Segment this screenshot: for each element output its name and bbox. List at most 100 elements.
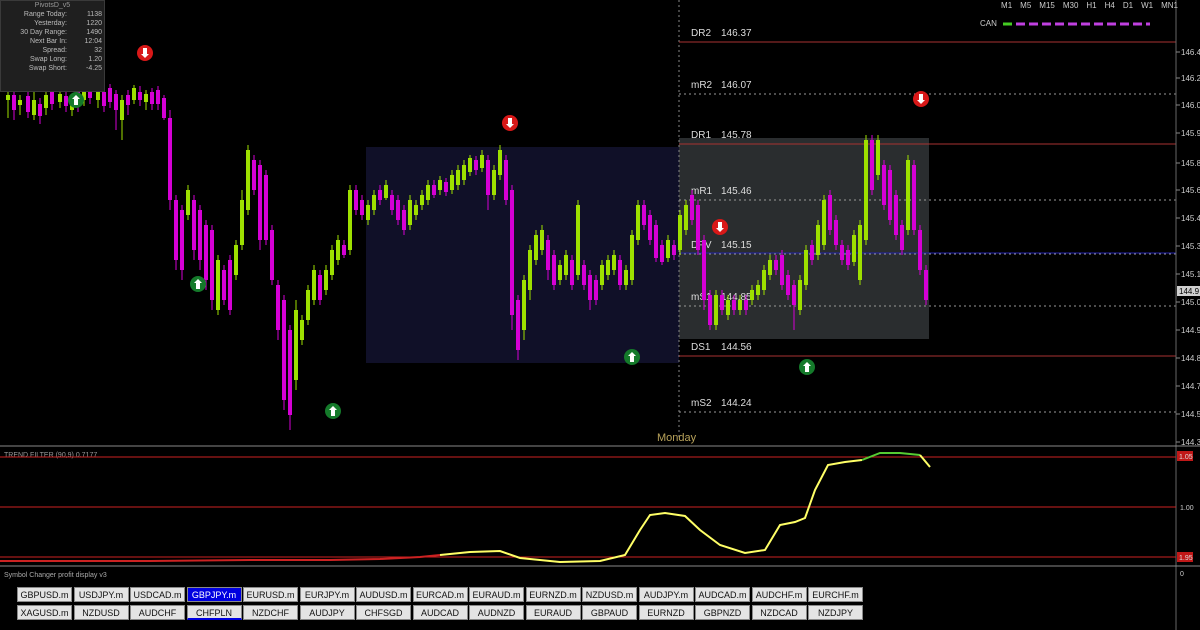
candle-body	[204, 225, 208, 280]
candle-body	[888, 170, 892, 220]
timeframe-h4[interactable]: H4	[1105, 0, 1115, 12]
candle-body	[696, 205, 700, 250]
candle-body	[624, 270, 628, 285]
symbol-button-xagusd-m[interactable]: XAGUSD.m	[17, 605, 72, 620]
price-axis-label: 146.4	[1181, 48, 1200, 57]
candle-body	[168, 118, 172, 200]
candle-body	[600, 265, 604, 285]
candle-body	[26, 96, 30, 112]
symbol-button-eurnzd-m[interactable]: EURNZD.m	[525, 587, 581, 602]
symbol-button-audjpy[interactable]: AUDJPY	[299, 605, 355, 620]
timeframe-mn1[interactable]: MN1	[1161, 0, 1178, 12]
price-axis: 146.4 146.2 146.0 145.9 145.8 145.6 145.4 145.3…	[1176, 48, 1200, 447]
candle-body	[864, 140, 868, 240]
candle-body	[120, 100, 124, 120]
candle-body	[708, 295, 712, 325]
timeframe-d1[interactable]: D1	[1123, 0, 1133, 12]
info-panel-title: PivotsD_v5	[34, 2, 71, 9]
candle-body	[378, 190, 382, 200]
candle-body	[870, 140, 874, 190]
candle-body	[276, 285, 280, 330]
candle-body	[732, 300, 736, 310]
symbol-button-eurjpy-m[interactable]: EURJPY.m	[299, 587, 355, 602]
candle-body	[816, 225, 820, 255]
price-axis-label: 146.2	[1181, 74, 1200, 83]
candle-body	[738, 300, 742, 310]
pivot-value: 145.46	[721, 186, 752, 197]
price-chart[interactable]: DR2 146.37 mR2 146.07 DR1 145.78 mR1 145.46 DPV 1…	[0, 0, 1200, 630]
candle-body	[534, 235, 538, 260]
symbol-button-eurnzd[interactable]: EURNZD	[638, 605, 694, 620]
symbol-button-audjpy-m[interactable]: AUDJPY.m	[638, 587, 694, 602]
symbol-button-chfpln[interactable]: CHFPLN	[186, 605, 242, 620]
candle-body	[306, 290, 310, 320]
info-label: Next Bar In:	[30, 38, 67, 45]
timeframe-h1[interactable]: H1	[1086, 0, 1096, 12]
candle-body	[528, 250, 532, 290]
symbol-button-audnzd[interactable]: AUDNZD	[469, 605, 524, 620]
timeframe-m30[interactable]: M30	[1063, 0, 1079, 12]
candle-body	[510, 190, 514, 315]
candle-body	[522, 280, 526, 330]
trend-segment-neutral	[439, 459, 863, 564]
candle-body	[64, 96, 68, 106]
symbol-button-usdcad-m[interactable]: USDCAD.m	[130, 587, 185, 602]
candle-body	[468, 158, 472, 172]
symbol-button-gbpusd-m[interactable]: GBPUSD.m	[17, 587, 72, 602]
symbol-button-usdjpy-m[interactable]: USDJPY.m	[73, 587, 129, 602]
candle-body	[882, 165, 886, 205]
symbol-button-nzdchf[interactable]: NZDCHF	[243, 605, 298, 620]
candle-body	[834, 220, 838, 245]
candle-body	[606, 260, 610, 275]
symbol-button-nzdjpy[interactable]: NZDJPY	[808, 605, 863, 620]
candle-body	[678, 215, 682, 250]
candle-body	[636, 205, 640, 240]
symbol-button-chfsgd[interactable]: CHFSGD	[356, 605, 411, 620]
symbol-button-audchf[interactable]: AUDCHF	[130, 605, 185, 620]
symbol-button-eurchf-m[interactable]: EURCHF.m	[808, 587, 863, 602]
candle-body	[594, 280, 598, 300]
symbol-button-euraud-m[interactable]: EURAUD.m	[469, 587, 524, 602]
candle-body	[780, 255, 784, 285]
symbol-button-euraud[interactable]: EURAUD	[525, 605, 581, 620]
symbol-button-audcad[interactable]: AUDCAD	[412, 605, 468, 620]
pivot-value: 146.37	[721, 28, 752, 39]
candle-body	[246, 150, 250, 210]
symbol-button-nzdusd[interactable]: NZDUSD	[73, 605, 129, 620]
candle-body	[498, 150, 502, 175]
timeframe-w1[interactable]: W1	[1141, 0, 1153, 12]
candle-body	[270, 230, 274, 280]
price-axis-label: 144.7	[1181, 382, 1200, 391]
symbol-button-gbpjpy-m[interactable]: GBPJPY.m	[186, 587, 242, 602]
info-label: Spread:	[42, 47, 67, 54]
pivot-label: mR1	[691, 186, 713, 197]
price-axis-label: 145.9	[1181, 129, 1200, 138]
candle-body	[756, 285, 760, 295]
indicator-axis-label: 1.05	[1179, 454, 1193, 461]
candle-body	[108, 88, 112, 102]
symbol-button-gbpaud[interactable]: GBPAUD	[582, 605, 637, 620]
symbol-button-audusd-m[interactable]: AUDUSD.m	[356, 587, 411, 602]
timeframe-m1[interactable]: M1	[1001, 0, 1012, 12]
price-axis-label: 145.6	[1181, 186, 1200, 195]
timeframe-m5[interactable]: M5	[1020, 0, 1031, 12]
candle-body	[294, 310, 298, 380]
symbol-button-eurcad-m[interactable]: EURCAD.m	[412, 587, 468, 602]
indicator-title: TREND FILTER (90,9) 0.7177	[4, 452, 97, 459]
candle-body	[702, 240, 706, 300]
symbol-button-nzdusd-m[interactable]: NZDUSD.m	[582, 587, 637, 602]
symbol-button-audcad-m[interactable]: AUDCAD.m	[695, 587, 750, 602]
candle-body	[50, 92, 54, 104]
symbol-button-nzdcad[interactable]: NZDCAD	[751, 605, 807, 620]
candle-body	[876, 140, 880, 175]
candle-body	[12, 95, 16, 110]
timeframe-m15[interactable]: M15	[1039, 0, 1055, 12]
symbol-button-eurusd-m[interactable]: EURUSD.m	[243, 587, 298, 602]
candle-body	[894, 195, 898, 235]
info-value: 1.20	[88, 56, 102, 63]
candle-body	[192, 200, 196, 250]
symbol-button-gbpnzd[interactable]: GBPNZD	[695, 605, 750, 620]
symbol-button-audchf-m[interactable]: AUDCHF.m	[751, 587, 807, 602]
info-value: -4.25	[86, 65, 102, 72]
candle-body	[654, 225, 658, 258]
